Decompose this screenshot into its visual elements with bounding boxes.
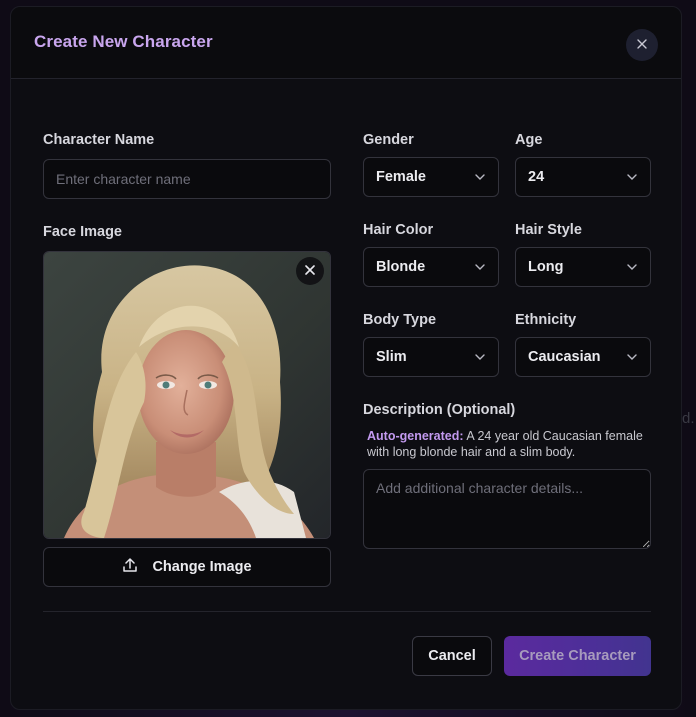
change-image-label: Change Image [152, 559, 252, 575]
hair-color-label: Hair Color [363, 222, 434, 238]
age-label: Age [515, 132, 543, 148]
chevron-down-icon [626, 351, 638, 363]
chevron-down-icon [474, 261, 486, 273]
hair-style-select[interactable]: Long [515, 247, 651, 287]
body-type-label: Body Type [363, 312, 437, 328]
gender-value: Female [376, 169, 426, 185]
close-button[interactable] [626, 29, 658, 61]
hair-color-select[interactable]: Blonde [363, 247, 499, 287]
hair-style-label: Hair Style [515, 222, 582, 238]
body-type-value: Slim [376, 349, 407, 365]
auto-generated-label: Auto-generated: [367, 429, 464, 443]
modal-header: Create New Character [11, 7, 681, 79]
portrait-image [44, 252, 330, 538]
ethnicity-label: Ethnicity [515, 312, 577, 328]
create-character-modal: Create New Character Character Name Face… [10, 6, 682, 710]
change-image-button[interactable]: Change Image [43, 547, 331, 587]
hair-color-value: Blonde [376, 259, 426, 275]
body-type-select[interactable]: Slim [363, 337, 499, 377]
background-glyph: d. [682, 410, 695, 427]
description-textarea[interactable] [363, 469, 651, 549]
description-label: Description (Optional) [363, 402, 516, 418]
upload-icon [122, 557, 138, 578]
close-icon [637, 36, 647, 54]
gender-select[interactable]: Female [363, 157, 499, 197]
character-name-input[interactable] [43, 159, 331, 199]
character-name-label: Character Name [43, 132, 155, 148]
ethnicity-value: Caucasian [528, 349, 601, 365]
face-image-preview [43, 251, 331, 539]
age-select[interactable]: 24 [515, 157, 651, 197]
cancel-button[interactable]: Cancel [412, 636, 492, 676]
age-value: 24 [528, 169, 545, 185]
chevron-down-icon [626, 261, 638, 273]
gender-label: Gender [363, 132, 414, 148]
face-image-label: Face Image [43, 224, 122, 240]
chevron-down-icon [626, 171, 638, 183]
create-character-button[interactable]: Create Character [504, 636, 651, 676]
chevron-down-icon [474, 171, 486, 183]
auto-generated-description: Auto-generated: A 24 year old Caucasian … [367, 428, 657, 460]
remove-image-button[interactable] [296, 257, 324, 285]
chevron-down-icon [474, 351, 486, 363]
footer-divider [43, 611, 651, 612]
hair-style-value: Long [528, 259, 564, 275]
modal-title: Create New Character [34, 32, 213, 51]
ethnicity-select[interactable]: Caucasian [515, 337, 651, 377]
close-icon [305, 262, 315, 280]
